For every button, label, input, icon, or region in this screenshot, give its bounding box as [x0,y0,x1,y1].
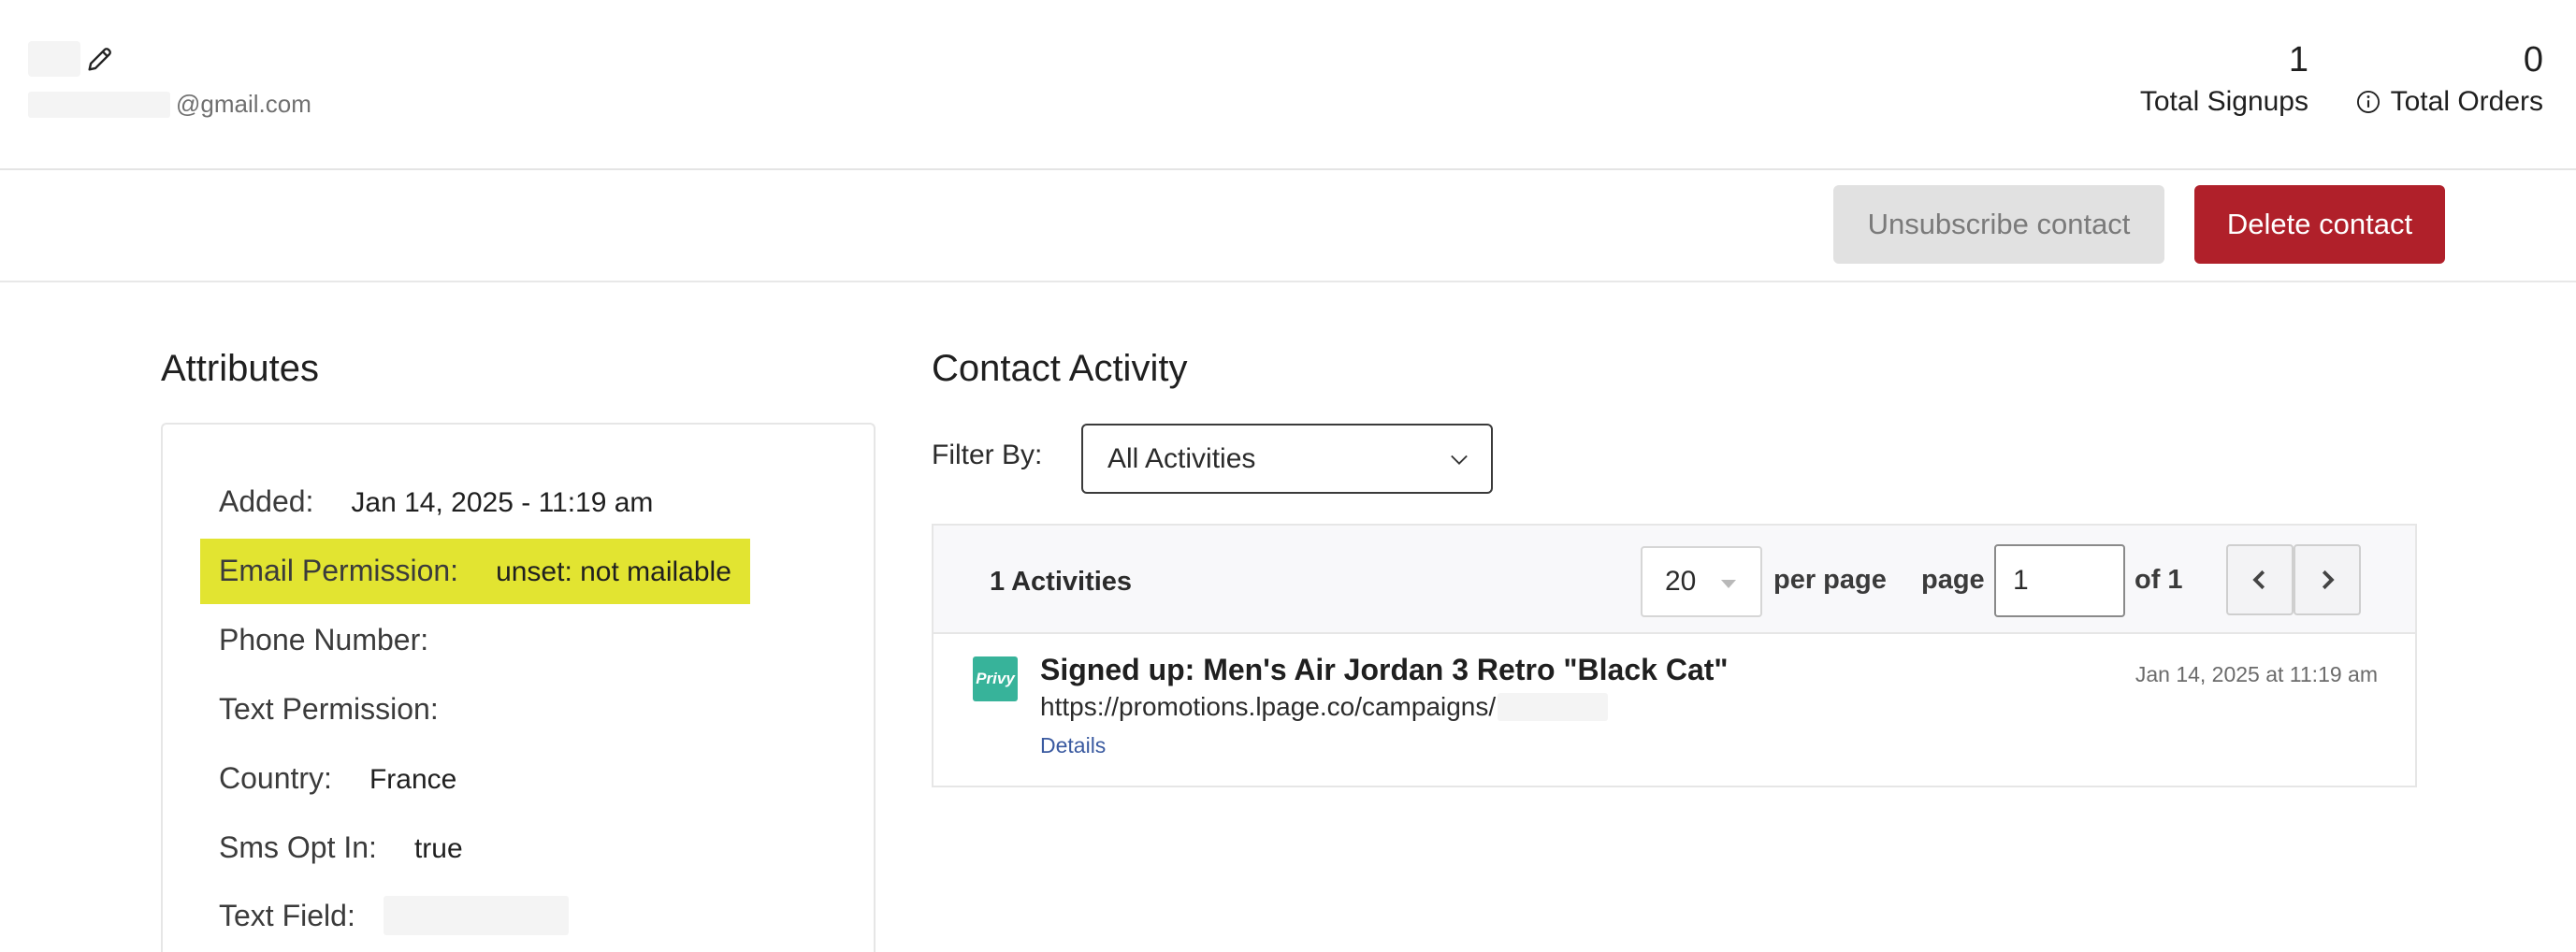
total-signups-label: Total Signups [2139,86,2308,117]
chevron-down-icon [1451,454,1468,465]
activity-count: 1 Activities [990,567,1133,597]
attributes-title: Attributes [161,348,319,389]
pencil-icon [88,48,111,71]
page-number-input[interactable]: 1 [1994,544,2125,617]
total-signups-value: 1 [2288,40,2308,79]
activity-table: 1 Activities 20 per page page 1 of 1 Pri… [932,524,2417,787]
contact-activity-title: Contact Activity [932,348,1188,389]
filter-label: Filter By: [932,440,1043,470]
activity-url: https://promotions.lpage.co/campaigns/ [1040,692,1609,722]
activity-filter-select[interactable]: All Activities [1081,424,1493,494]
total-signups-stat: 1 Total Signups [2140,37,2308,118]
per-page-value: 20 [1665,566,1697,597]
contact-name-redacted [28,41,80,77]
contact-email-domain: @gmail.com [176,90,311,118]
next-page-button[interactable] [2294,544,2361,615]
info-icon[interactable] [2355,89,2381,115]
unsubscribe-contact-button[interactable]: Unsubscribe contact [1833,185,2164,264]
contact-email-redacted [28,92,170,118]
caret-down-icon [1721,580,1736,588]
attr-row-sms-opt-in: Sms Opt In: true [219,830,463,865]
attr-value-redacted [383,896,569,935]
page-total-label: of 1 [2135,565,2183,595]
total-orders-stat: 0 Total Orders [2355,37,2543,118]
attr-key: Phone Number: [219,623,429,656]
attr-row-added: Added: Jan 14, 2025 - 11:19 am [219,484,653,519]
attr-key: Text Permission: [219,692,439,726]
activity-item: Privy Signed up: Men's Air Jordan 3 Retr… [933,634,2415,787]
attr-value: Jan 14, 2025 - 11:19 am [351,487,654,518]
attr-row-text-permission: Text Permission: [219,692,474,727]
attr-key: Added: [219,484,314,518]
delete-contact-button[interactable]: Delete contact [2194,185,2445,264]
total-orders-label: Total Orders [2390,86,2543,117]
per-page-label: per page [1773,565,1887,595]
contact-header: @gmail.com 1 Total Signups 0 Total Order… [0,0,2576,170]
attr-row-country: Country: France [219,761,456,796]
attr-key: Email Permission: [219,554,459,587]
chevron-right-icon [2322,570,2335,590]
per-page-select[interactable]: 20 [1641,546,1762,617]
attr-value: France [369,764,457,795]
attr-row-phone-number: Phone Number: [219,623,464,657]
activity-url-redacted [1498,693,1609,721]
action-bar: Unsubscribe contact Delete contact [0,172,2576,282]
activity-details-link[interactable]: Details [1040,733,1106,758]
attr-value: unset: not mailable [496,556,731,587]
attributes-panel: Added: Jan 14, 2025 - 11:19 am Email Per… [161,423,876,952]
privy-logo-icon: Privy [973,656,1018,701]
filter-selected-value: All Activities [1107,442,1256,474]
activity-timestamp: Jan 14, 2025 at 11:19 am [2135,662,2378,686]
page-label: page [1921,565,1985,595]
activity-toolbar: 1 Activities 20 per page page 1 of 1 [933,526,2415,634]
attr-value: true [413,833,463,864]
total-orders-value: 0 [2523,40,2543,79]
activity-headline: Signed up: Men's Air Jordan 3 Retro "Bla… [1040,653,1729,686]
previous-page-button[interactable] [2226,544,2294,615]
chevron-left-icon [2252,570,2265,590]
attr-row-email-permission: Email Permission: unset: not mailable [219,554,731,588]
attr-key: Country: [219,761,332,795]
attr-key: Sms Opt In: [219,830,377,864]
activity-url-text: https://promotions.lpage.co/campaigns/ [1040,692,1497,721]
attr-row-text-field: Text Field: [219,896,569,935]
attr-key: Text Field: [219,898,355,932]
edit-name-button[interactable] [84,43,116,75]
